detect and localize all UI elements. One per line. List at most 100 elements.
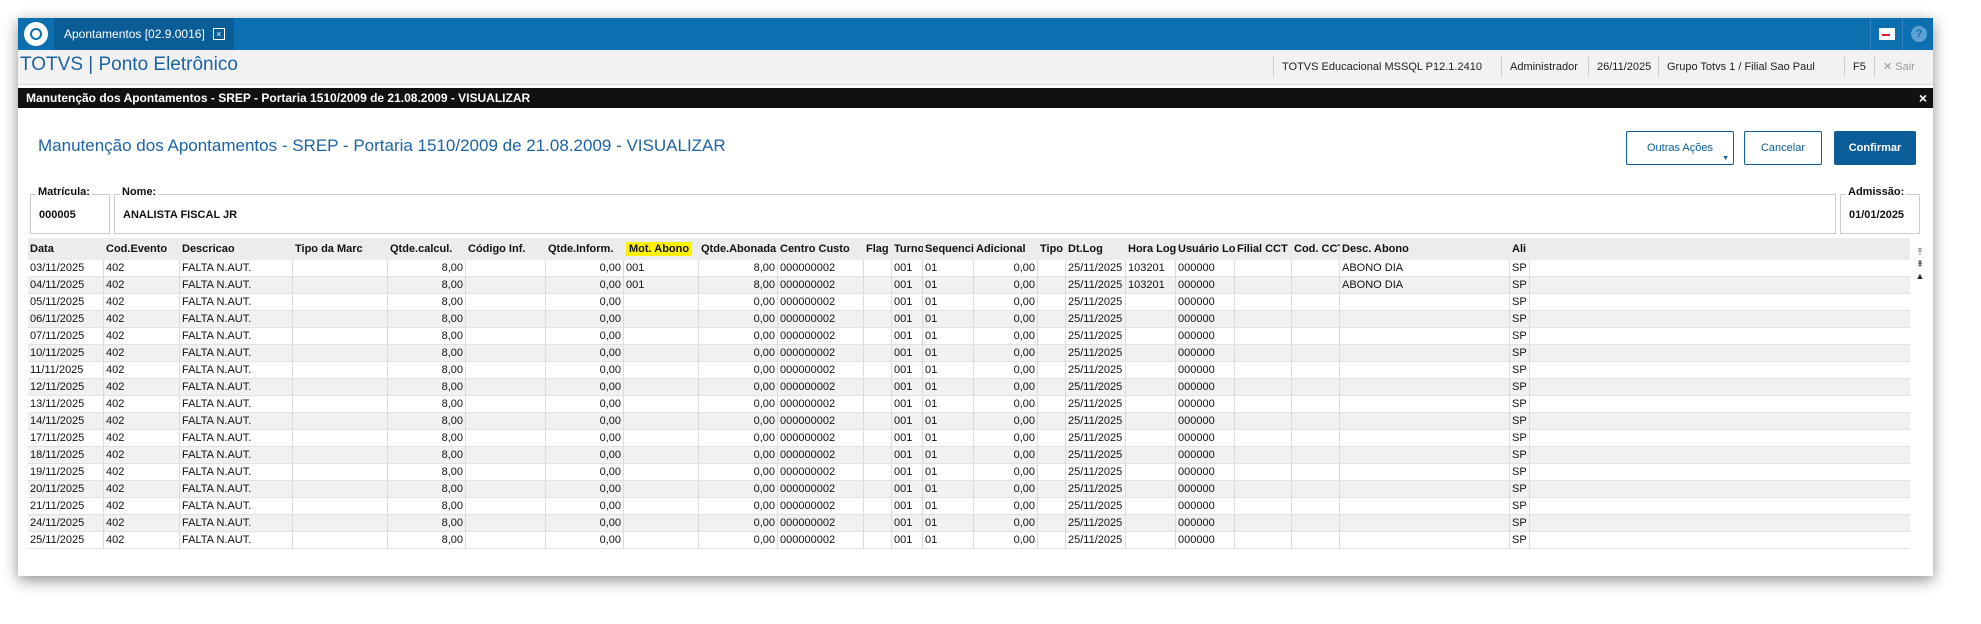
table-cell: 103201 xyxy=(1126,260,1176,277)
table-cell xyxy=(466,345,546,362)
table-row[interactable]: 25/11/2025 402 FALTA N.AUT. 8,00 0,00 0,00 000… xyxy=(28,532,1910,549)
cancel-button[interactable]: Cancelar xyxy=(1744,131,1822,165)
table-row[interactable]: 11/11/2025 402 FALTA N.AUT. 8,00 0,00 0,00 000… xyxy=(28,362,1910,379)
table-cell xyxy=(1235,498,1292,515)
column-header[interactable]: Dt.Log xyxy=(1066,238,1126,260)
table-cell xyxy=(466,413,546,430)
column-header[interactable]: Qtde.Inform. xyxy=(546,238,624,260)
table-row[interactable]: 04/11/2025 402 FALTA N.AUT. 8,00 0,00 001 8,00… xyxy=(28,277,1910,294)
tab-apontamentos[interactable]: Apontamentos [02.9.0016] × xyxy=(54,18,234,50)
table-cell xyxy=(1292,396,1340,413)
matricula-value: 000005 xyxy=(39,209,76,221)
table-cell: 01 xyxy=(923,515,974,532)
table-row[interactable]: 07/11/2025 402 FALTA N.AUT. 8,00 0,00 0,00 000… xyxy=(28,328,1910,345)
table-row[interactable]: 21/11/2025 402 FALTA N.AUT. 8,00 0,00 0,00 000… xyxy=(28,498,1910,515)
column-header[interactable]: Código Inf. xyxy=(466,238,546,260)
column-header[interactable]: Desc. Abono xyxy=(1340,238,1510,260)
table-row[interactable]: 12/11/2025 402 FALTA N.AUT. 8,00 0,00 0,00 000… xyxy=(28,379,1910,396)
apontamentos-grid[interactable]: Data Cod.Evento Descricao Tipo da Marc Qtde.… xyxy=(28,238,1910,574)
table-cell xyxy=(624,464,699,481)
table-row[interactable]: 19/11/2025 402 FALTA N.AUT. 8,00 0,00 0,00 000… xyxy=(28,464,1910,481)
table-cell xyxy=(1038,311,1066,328)
table-row[interactable]: 05/11/2025 402 FALTA N.AUT. 8,00 0,00 0,00 000… xyxy=(28,294,1910,311)
table-cell: FALTA N.AUT. xyxy=(180,413,293,430)
table-cell: 000000002 xyxy=(778,515,864,532)
table-cell xyxy=(1038,294,1066,311)
column-header[interactable]: Descricao xyxy=(180,238,293,260)
f5-button[interactable]: F5 xyxy=(1844,57,1874,77)
column-header[interactable]: Adicional xyxy=(974,238,1038,260)
column-header[interactable]: Cod.Evento xyxy=(104,238,180,260)
help-button[interactable]: ? xyxy=(1902,18,1935,50)
scroll-top-icon[interactable]: ⤒ xyxy=(1914,246,1926,258)
table-cell: 25/11/2025 xyxy=(1066,362,1126,379)
column-header[interactable]: Ali xyxy=(1510,238,1530,260)
user-info[interactable]: Administrador xyxy=(1501,57,1588,77)
column-header[interactable]: Centro Custo xyxy=(778,238,864,260)
table-cell xyxy=(1038,362,1066,379)
table-cell xyxy=(1126,481,1176,498)
table-cell xyxy=(864,345,892,362)
table-row[interactable]: 24/11/2025 402 FALTA N.AUT. 8,00 0,00 0,00 000… xyxy=(28,515,1910,532)
column-header[interactable]: Hora Log xyxy=(1126,238,1176,260)
column-header[interactable]: Flag xyxy=(864,238,892,260)
table-row[interactable]: 18/11/2025 402 FALTA N.AUT. 8,00 0,00 0,00 000… xyxy=(28,447,1910,464)
table-cell: 0,00 xyxy=(546,294,624,311)
table-row[interactable]: 06/11/2025 402 FALTA N.AUT. 8,00 0,00 0,00 000… xyxy=(28,311,1910,328)
column-header[interactable]: Filial CCT xyxy=(1235,238,1292,260)
totvs-logo-icon[interactable] xyxy=(24,22,48,46)
table-cell xyxy=(624,498,699,515)
sair-button[interactable]: ✕ Sair xyxy=(1874,57,1930,77)
table-cell: 0,00 xyxy=(699,515,778,532)
table-cell: FALTA N.AUT. xyxy=(180,481,293,498)
scroll-page-up-icon[interactable]: ⇞ xyxy=(1914,258,1926,270)
table-cell xyxy=(1038,413,1066,430)
matricula-field[interactable]: Matrícula: 000005 xyxy=(30,186,110,234)
table-row[interactable]: 20/11/2025 402 FALTA N.AUT. 8,00 0,00 0,00 000… xyxy=(28,481,1910,498)
column-header[interactable]: Tipo xyxy=(1038,238,1066,260)
table-cell: 001 xyxy=(892,345,923,362)
table-cell: 8,00 xyxy=(388,379,466,396)
column-header[interactable]: Mot. Abono xyxy=(624,238,699,260)
table-cell xyxy=(1038,277,1066,294)
scroll-up-icon[interactable]: ▲ xyxy=(1914,270,1926,282)
table-cell: 000000002 xyxy=(778,379,864,396)
column-header[interactable]: Tipo da Marc xyxy=(293,238,388,260)
nome-field[interactable]: Nome: ANALISTA FISCAL JR xyxy=(114,186,1836,234)
column-header-label: Cod.Evento xyxy=(106,243,168,255)
dialog-close-icon[interactable]: × xyxy=(1919,88,1927,108)
table-cell: 402 xyxy=(104,311,180,328)
table-row[interactable]: 14/11/2025 402 FALTA N.AUT. 8,00 0,00 0,00 000… xyxy=(28,413,1910,430)
company-info[interactable]: Grupo Totvs 1 / Filial Sao Paul xyxy=(1658,57,1826,77)
admissao-field[interactable]: Admissão: 01/01/2025 xyxy=(1840,186,1920,234)
table-cell xyxy=(1292,464,1340,481)
table-cell: 8,00 xyxy=(388,277,466,294)
column-header[interactable]: Usuário Log xyxy=(1176,238,1235,260)
tab-close-icon[interactable]: × xyxy=(212,28,225,40)
table-cell xyxy=(864,328,892,345)
table-cell: FALTA N.AUT. xyxy=(180,498,293,515)
table-row[interactable]: 13/11/2025 402 FALTA N.AUT. 8,00 0,00 0,00 000… xyxy=(28,396,1910,413)
table-cell: 21/11/2025 xyxy=(28,498,104,515)
column-header[interactable]: Qtde.Abonada xyxy=(699,238,778,260)
column-header-label: Tipo da Marc xyxy=(295,243,363,255)
table-cell: 000000 xyxy=(1176,481,1235,498)
table-cell: 25/11/2025 xyxy=(1066,396,1126,413)
column-header[interactable]: Sequencia xyxy=(923,238,974,260)
table-row[interactable]: 03/11/2025 402 FALTA N.AUT. 8,00 0,00 001 8,00… xyxy=(28,260,1910,277)
confirm-button[interactable]: Confirmar xyxy=(1834,131,1916,165)
table-cell: 001 xyxy=(892,430,923,447)
column-header[interactable]: Turno xyxy=(892,238,923,260)
column-header[interactable]: Qtde.calcul. xyxy=(388,238,466,260)
table-row[interactable]: 10/11/2025 402 FALTA N.AUT. 8,00 0,00 0,00 000… xyxy=(28,345,1910,362)
environment-info[interactable]: TOTVS Educacional MSSQL P12.1.2410 xyxy=(1273,57,1501,77)
table-cell: 01 xyxy=(923,413,974,430)
mail-button[interactable] xyxy=(1870,18,1903,50)
table-cell: 000000002 xyxy=(778,396,864,413)
outras-acoes-button[interactable]: Outras Ações ▼ xyxy=(1626,131,1734,165)
date-info[interactable]: 26/11/2025 xyxy=(1588,57,1658,77)
column-header[interactable]: Cod. CCT xyxy=(1292,238,1340,260)
table-cell: 001 xyxy=(892,447,923,464)
table-row[interactable]: 17/11/2025 402 FALTA N.AUT. 8,00 0,00 0,00 000… xyxy=(28,430,1910,447)
column-header[interactable]: Data xyxy=(28,238,104,260)
